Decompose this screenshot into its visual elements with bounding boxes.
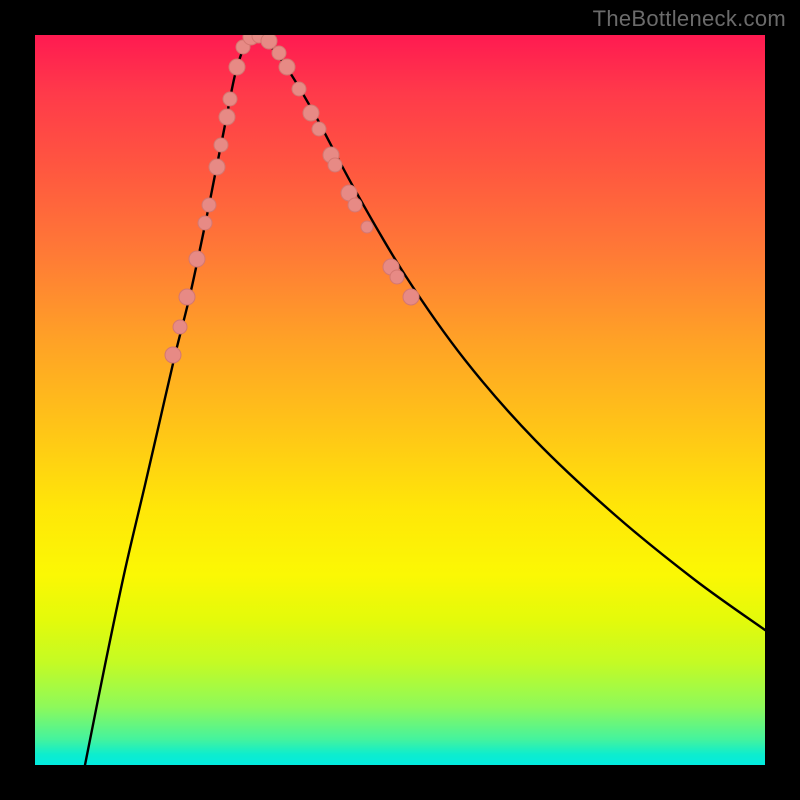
data-marker bbox=[328, 158, 342, 172]
data-marker bbox=[229, 59, 245, 75]
data-marker bbox=[348, 198, 362, 212]
marker-layer bbox=[165, 35, 419, 363]
plot-area bbox=[35, 35, 765, 765]
bottleneck-curve bbox=[85, 37, 765, 765]
chart-frame: TheBottleneck.com bbox=[0, 0, 800, 800]
data-marker bbox=[279, 59, 295, 75]
data-marker bbox=[223, 92, 237, 106]
data-marker bbox=[403, 289, 419, 305]
curve-layer bbox=[35, 35, 765, 765]
data-marker bbox=[261, 35, 277, 49]
data-marker bbox=[173, 320, 187, 334]
data-marker bbox=[189, 251, 205, 267]
data-marker bbox=[214, 138, 228, 152]
data-marker bbox=[165, 347, 181, 363]
data-marker bbox=[390, 270, 404, 284]
data-marker bbox=[202, 198, 216, 212]
data-marker bbox=[219, 109, 235, 125]
data-marker bbox=[292, 82, 306, 96]
data-marker bbox=[209, 159, 225, 175]
data-marker bbox=[272, 46, 286, 60]
data-marker bbox=[303, 105, 319, 121]
data-marker bbox=[179, 289, 195, 305]
data-marker bbox=[198, 216, 212, 230]
watermark-text: TheBottleneck.com bbox=[593, 6, 786, 32]
data-marker bbox=[312, 122, 326, 136]
data-marker bbox=[361, 221, 373, 233]
